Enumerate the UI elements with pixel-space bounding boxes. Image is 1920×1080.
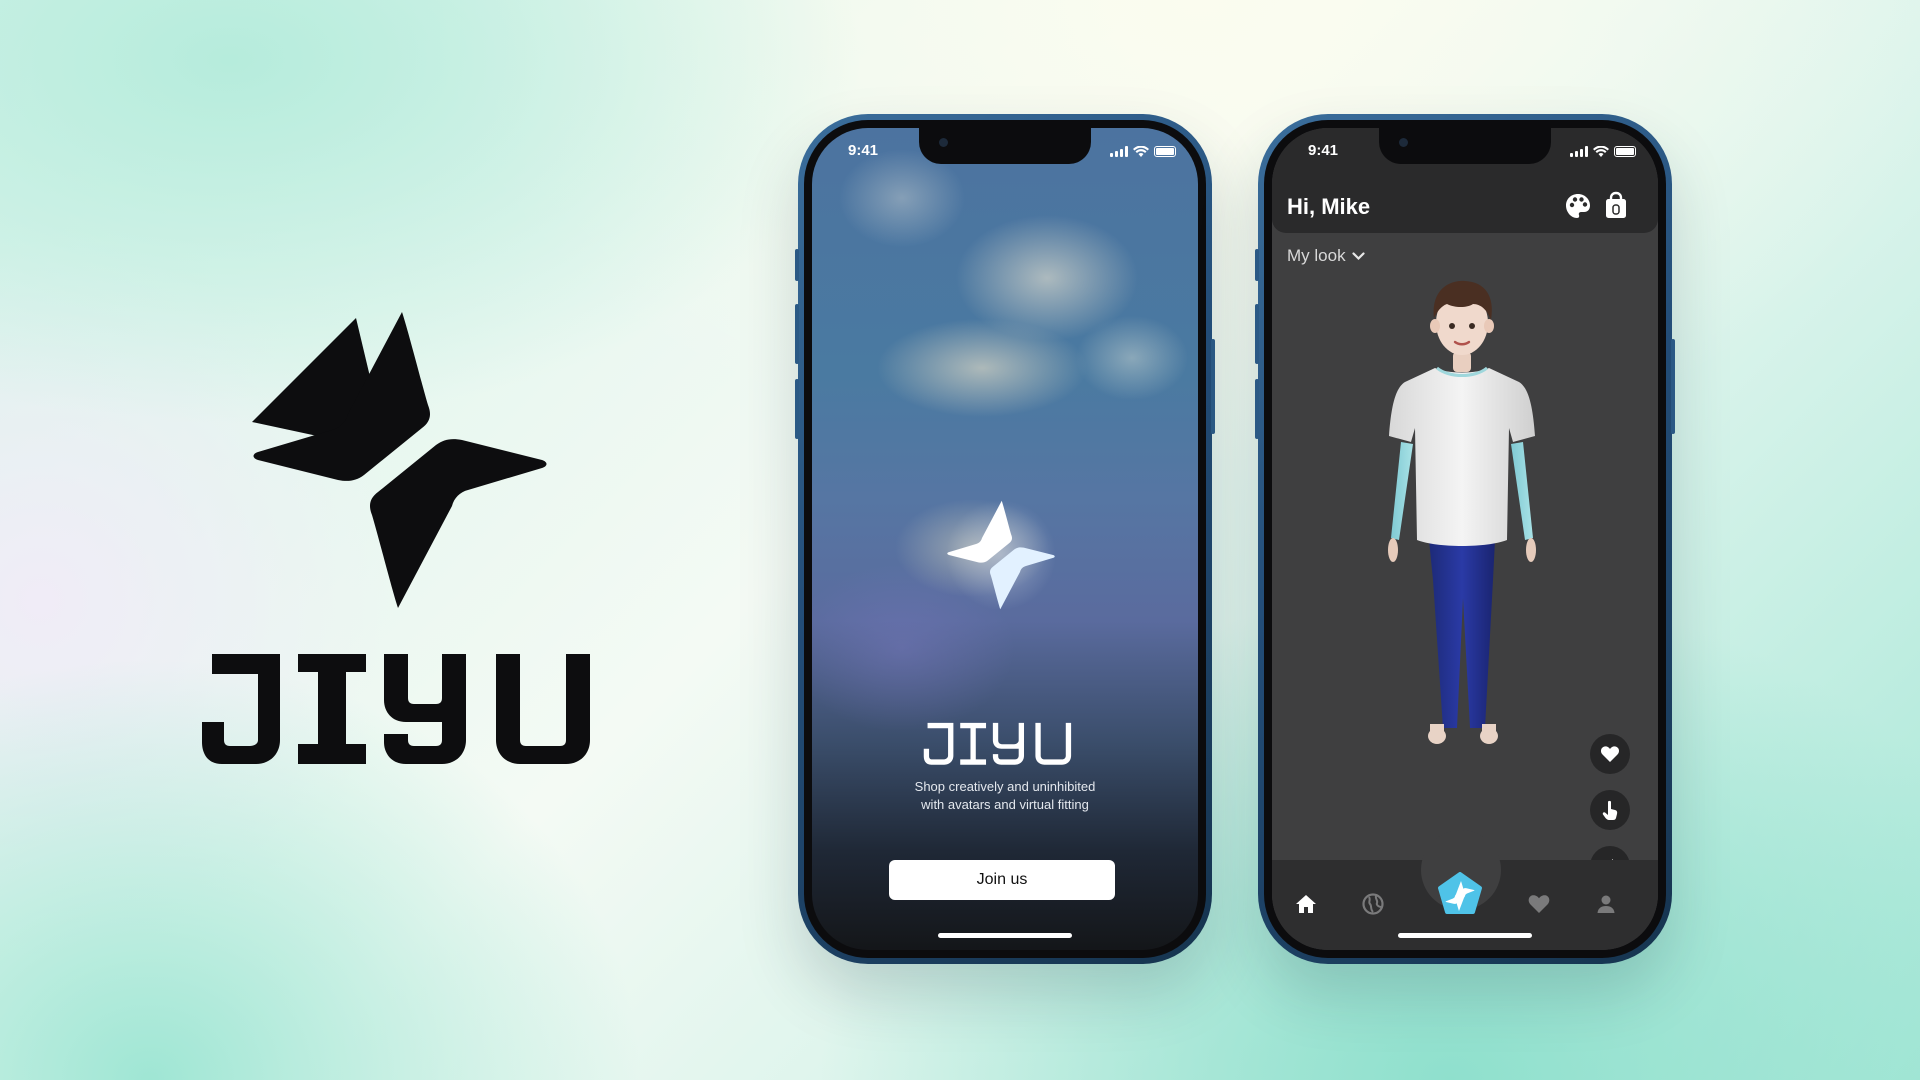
chevron-down-icon	[1351, 251, 1365, 260]
wifi-icon	[1593, 146, 1609, 157]
mute-switch	[795, 249, 799, 281]
palette-icon[interactable]	[1564, 192, 1592, 220]
star-logo-icon[interactable]	[1436, 872, 1484, 920]
welcome-screen: 9:41 Shop creatively and uninhibited wit…	[812, 128, 1198, 950]
globe-icon[interactable]	[1361, 892, 1385, 916]
favorite-action-button[interactable]	[1590, 734, 1630, 774]
home-indicator[interactable]	[1398, 933, 1532, 938]
profile-icon[interactable]	[1594, 892, 1618, 916]
avatar-3d-model[interactable]	[1377, 278, 1547, 758]
cellular-signal-icon	[1570, 146, 1588, 157]
my-look-label: My look	[1287, 246, 1346, 265]
wifi-icon	[1133, 146, 1149, 157]
try-on-action-button[interactable]	[1590, 790, 1630, 830]
avatar-home-screen: 9:41 Hi, Mike My look	[1272, 128, 1658, 950]
status-time: 9:41	[848, 142, 879, 159]
power-button	[1671, 339, 1675, 434]
tagline-line-2: with avatars and virtual fitting	[921, 797, 1089, 812]
greeting-title: Hi, Mike	[1287, 194, 1371, 219]
phone-welcome-screen: 9:41 Shop creatively and uninhibited wit…	[795, 114, 1215, 964]
my-look-dropdown[interactable]: My look	[1287, 246, 1365, 266]
app-wordmark	[923, 722, 1072, 765]
tagline-line-1: Shop creatively and uninhibited	[914, 779, 1096, 794]
heart-icon	[1600, 746, 1620, 762]
phone-avatar-screen: 9:41 Hi, Mike My look	[1255, 114, 1675, 964]
cellular-signal-icon	[1110, 146, 1128, 157]
status-bar: 9:41	[812, 142, 1198, 164]
volume-up-button	[1255, 304, 1259, 364]
heart-icon[interactable]	[1527, 892, 1551, 916]
brand-star-logo-icon	[252, 312, 547, 608]
home-indicator[interactable]	[938, 933, 1072, 938]
join-us-button[interactable]: Join us	[889, 860, 1115, 900]
tap-hand-icon	[1602, 800, 1618, 820]
power-button	[1211, 339, 1215, 434]
app-star-logo-icon	[946, 500, 1056, 610]
shopping-bag-icon[interactable]	[1603, 191, 1629, 219]
volume-down-button	[1255, 379, 1259, 439]
status-time: 9:41	[1308, 142, 1339, 159]
brand-star-lower-half	[370, 439, 547, 608]
mute-switch	[1255, 249, 1259, 281]
battery-icon	[1154, 146, 1176, 157]
battery-icon	[1614, 146, 1636, 157]
volume-down-button	[795, 379, 799, 439]
tagline: Shop creatively and uninhibited with ava…	[852, 778, 1158, 814]
home-icon[interactable]	[1294, 892, 1318, 916]
status-bar: 9:41	[1272, 142, 1658, 164]
brand-wordmark	[202, 654, 590, 764]
volume-up-button	[795, 304, 799, 364]
